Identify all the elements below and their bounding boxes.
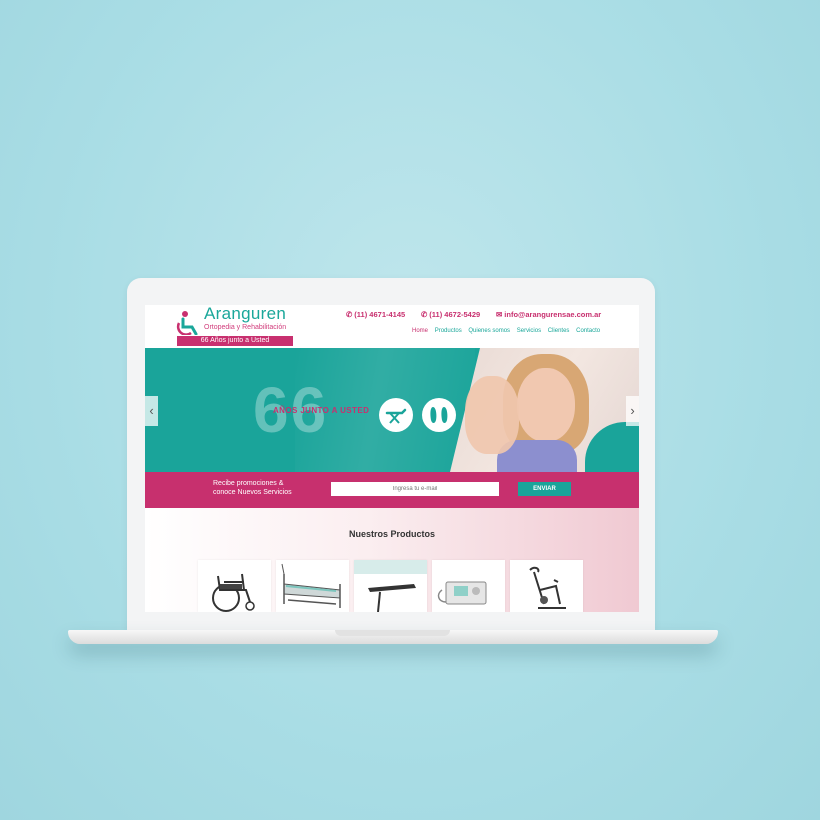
nav-item-servicios[interactable]: Servicios (517, 328, 541, 334)
products-title: Nuestros Productos (348, 529, 435, 539)
hospital-bed-icon (281, 563, 341, 608)
main-nav: Home Productos Quienes somos Servicios C… (412, 328, 605, 338)
nav-item-contacto[interactable]: Contacto (576, 328, 600, 334)
brand-name: Aranguren (204, 305, 287, 323)
overbed-table-icon (354, 560, 427, 612)
newsletter-line-1: Recibe promociones & (213, 480, 284, 487)
brand-subtitle: Ortopedia y Rehabilitación (204, 324, 287, 331)
newsletter-text: Recibe promociones & conoce Nuevos Servi… (213, 479, 292, 497)
wheelchair-icon (212, 573, 255, 612)
phone-2: (11) 4672-5429 (429, 310, 481, 319)
phone-icon: ✆ (346, 310, 353, 319)
hero-slider: 66 AÑOS JUNTO A USTED ‹ › (145, 348, 639, 472)
nav-item-quienes-somos[interactable]: Quienes somos (468, 328, 510, 334)
massage-table-icon (379, 398, 413, 432)
newsletter-line-2: conoce Nuevos Servicios (213, 489, 292, 496)
product-card-wheelchair[interactable] (198, 560, 271, 612)
hero-woman-face (517, 368, 575, 442)
newsletter-bar: Recibe promociones & conoce Nuevos Servi… (145, 472, 639, 508)
hero-text: AÑOS JUNTO A USTED (273, 406, 370, 415)
laptop-notch (335, 630, 450, 636)
phone-contact-1[interactable]: ✆ (11) 4671-4145 (346, 310, 405, 319)
product-card-overbed-table[interactable] (354, 560, 427, 612)
products-section: Nuestros Productos (145, 508, 639, 612)
nav-item-productos[interactable]: Productos (435, 328, 462, 334)
nav-item-home[interactable]: Home (412, 328, 428, 334)
mail-icon: ✉ (496, 310, 503, 319)
newsletter-submit-button[interactable]: ENVIAR (518, 482, 571, 496)
email: info@arangurensae.com.ar (504, 310, 602, 319)
medical-equipment-icon (437, 581, 487, 605)
product-card-exercise-bike[interactable] (510, 560, 583, 612)
slider-prev-button[interactable]: ‹ (145, 396, 158, 426)
product-card-medical-equipment[interactable] (432, 560, 505, 612)
slider-next-button[interactable]: › (626, 396, 639, 426)
site-header: Aranguren Ortopedia y Rehabilitación 66 … (145, 305, 639, 348)
brand-tagline: 66 Años junto a Usted (177, 336, 293, 346)
email-contact[interactable]: ✉ info@arangurensae.com.ar (496, 310, 601, 319)
phone-1: (11) 4671-4145 (354, 310, 406, 319)
contact-row: ✆ (11) 4671-4145 ✆ (11) 4672-5429 ✉ info@ar… (345, 310, 635, 322)
orthopedic-insoles-icon (422, 398, 456, 432)
exercise-bike-icon (529, 566, 566, 609)
wheelchair-logo-icon (176, 311, 198, 335)
newsletter-email-input[interactable] (331, 482, 499, 496)
slider-dots (372, 461, 411, 464)
product-card-hospital-bed[interactable] (276, 560, 349, 612)
logo[interactable]: Aranguren Ortopedia y Rehabilitación 66 … (176, 305, 296, 347)
hero-woman-hand (465, 376, 519, 454)
phone-contact-2[interactable]: ✆ (11) 4672-5429 (421, 310, 480, 319)
browser-screen: Aranguren Ortopedia y Rehabilitación 66 … (145, 305, 639, 612)
phone-icon: ✆ (421, 310, 428, 319)
nav-item-clientes[interactable]: Clientes (548, 328, 570, 334)
